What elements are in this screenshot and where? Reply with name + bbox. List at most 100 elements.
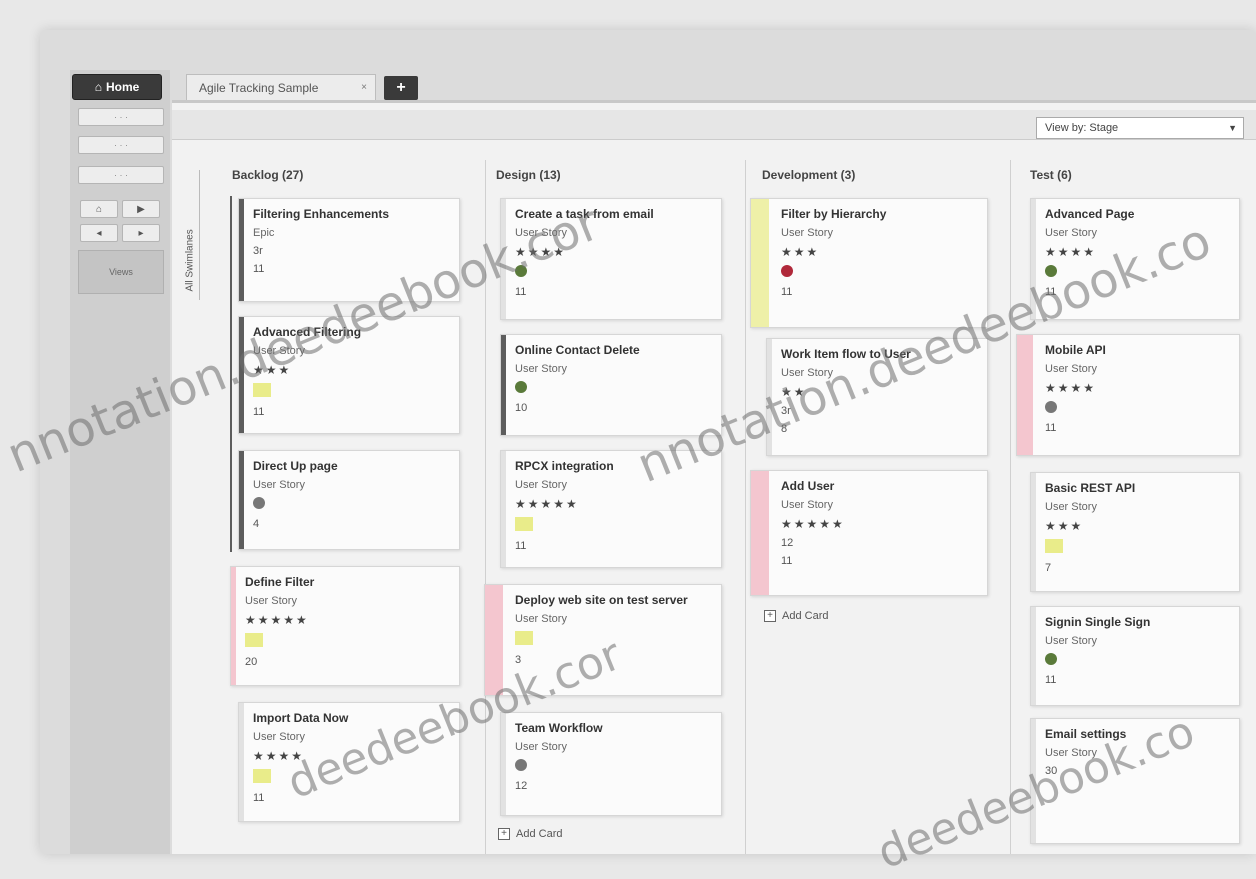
card-number: 11 [1045,422,1057,434]
card-color-bar [1031,607,1036,705]
play-icon[interactable]: ▶ [122,200,160,218]
card-color-bar [501,713,506,815]
card-design-4[interactable]: Team Workflow User Story 12 [500,712,722,816]
left-arrow-icon[interactable]: ◂ [80,224,118,242]
column-header-test[interactable]: Test (6) [1030,168,1072,182]
card-type: User Story [1045,635,1097,647]
card-color-bar [501,451,506,567]
card-title: Online Contact Delete [515,343,640,357]
new-tab-button[interactable]: + [384,76,418,100]
card-stars: ★★★★★ [781,517,845,531]
card-type: User Story [515,741,567,753]
card-type: User Story [253,479,305,491]
card-title: Filtering Enhancements [253,207,390,221]
card-color-bar [239,199,244,301]
priority-highlight [515,631,533,645]
card-color-bar [231,567,236,685]
card-title: Define Filter [245,575,315,589]
home-button[interactable]: ⌂ Home [72,74,162,100]
card-title: Advanced Page [1045,207,1135,221]
card-title: Team Workflow [515,721,603,735]
status-dot [1045,401,1057,413]
card-stars: ★★★ [781,245,820,259]
card-stars: ★★★ [1045,519,1084,533]
rail-button-2[interactable]: · · · [78,136,164,154]
views-panel[interactable]: Views [78,250,164,294]
card-title: Add User [781,479,835,493]
card-title: Basic REST API [1045,481,1136,495]
card-type: User Story [515,363,567,375]
card-title: Signin Single Sign [1045,615,1151,629]
card-color-bar [239,451,244,549]
add-card-design[interactable]: + Add Card [498,828,562,840]
card-number: 11 [253,792,265,804]
card-number: 11 [253,406,265,418]
plus-icon: + [764,610,776,622]
plus-icon: + [498,828,510,840]
card-color-bar [1017,335,1033,455]
priority-highlight [515,517,533,531]
card-dev-0[interactable]: Filter by Hierarchy User Story ★★★ 11 [750,198,988,328]
status-dot [1045,653,1057,665]
card-title: Direct Up page [253,459,338,473]
card-number: 20 [245,656,258,668]
card-number: 10 [515,402,528,414]
column-header-design[interactable]: Design (13) [496,168,561,182]
swimlane-label[interactable]: All Swimlanes [180,170,200,300]
card-number: 4 [253,518,260,530]
card-type: User Story [245,595,297,607]
card-backlog-2[interactable]: Direct Up page User Story 4 [238,450,460,550]
card-title: Filter by Hierarchy [781,207,887,221]
column-divider [745,160,746,854]
card-number: 12 [515,780,528,792]
home-small-icon[interactable]: ⌂ [80,200,118,218]
card-number: 11 [515,540,527,552]
card-title: Deploy web site on test server [515,593,688,607]
view-by-select[interactable]: View by: Stage ▼ [1036,117,1244,139]
priority-highlight [245,633,263,647]
card-extra: 3r [253,245,263,257]
card-title: Mobile API [1045,343,1106,357]
card-type: User Story [515,479,567,491]
card-type: User Story [515,613,567,625]
chevron-down-icon: ▼ [1228,123,1237,133]
card-test-1[interactable]: Mobile API User Story ★★★★ 11 [1016,334,1240,456]
rail-button-3[interactable]: · · · [78,166,164,184]
close-icon[interactable]: × [361,82,367,93]
left-rail [70,70,170,854]
add-card-label: Add Card [782,610,829,622]
rail-button-1[interactable]: · · · [78,108,164,126]
view-by-label: View by: Stage [1045,122,1119,134]
status-dot [253,497,265,509]
home-label: Home [105,80,140,94]
card-test-2[interactable]: Basic REST API User Story ★★★ 7 [1030,472,1240,592]
add-card-development[interactable]: + Add Card [764,610,828,622]
card-number: 11 [1045,674,1057,686]
priority-highlight [1045,539,1063,553]
column-header-backlog[interactable]: Backlog (27) [232,168,303,182]
card-stars: ★★★★★ [515,497,579,511]
card-stars: ★★★★ [1045,381,1097,395]
card-extra: 12 [781,537,794,549]
card-color-bar [751,471,769,595]
column-divider [1010,160,1011,854]
status-dot [781,265,793,277]
card-dev-2[interactable]: Add User User Story ★★★★★ 12 11 [750,470,988,596]
card-number: 7 [1045,562,1052,574]
card-test-3[interactable]: Signin Single Sign User Story 11 [1030,606,1240,706]
card-type: User Story [781,227,833,239]
priority-highlight [253,769,271,783]
right-arrow-icon[interactable]: ▸ [122,224,160,242]
card-type: User Story [1045,363,1097,375]
card-backlog-3[interactable]: Define Filter User Story ★★★★★ 20 [230,566,460,686]
card-number: 11 [781,286,793,298]
swimlane-label-text: All Swimlanes [184,229,196,292]
card-color-bar [751,199,769,327]
tab-agile-tracking[interactable]: Agile Tracking Sample × [186,74,376,100]
column-header-development[interactable]: Development (3) [762,168,855,182]
add-card-label: Add Card [516,828,563,840]
card-type: User Story [1045,501,1097,513]
card-color-bar [1031,473,1036,591]
card-number: 11 [781,555,793,567]
card-number: 11 [515,286,527,298]
